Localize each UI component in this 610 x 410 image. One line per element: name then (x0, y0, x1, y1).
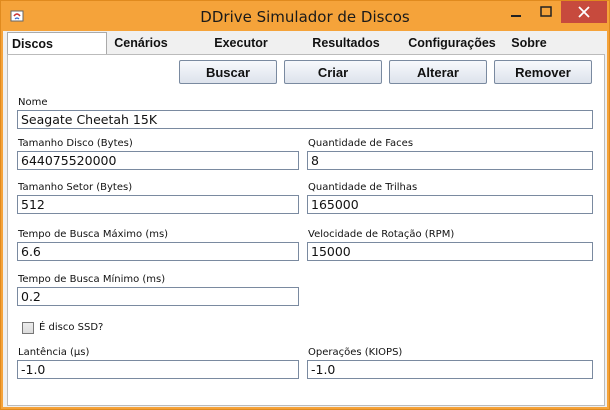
tracks-input[interactable] (307, 195, 593, 214)
min-seek-input[interactable] (17, 287, 299, 306)
close-icon (578, 6, 590, 18)
faces-input[interactable] (307, 151, 593, 170)
ssd-label: É disco SSD? (39, 322, 104, 333)
tab-sobre[interactable]: Sobre (507, 32, 551, 54)
min-seek-label: Tempo de Busca Mínimo (ms) (18, 274, 166, 285)
minimize-icon (511, 15, 521, 17)
name-label: Nome (18, 97, 48, 108)
maximize-button[interactable] (531, 1, 561, 23)
app-window: DDrive Simulador de Discos Discos Cenári… (0, 0, 610, 410)
edit-button[interactable]: Alterar (389, 60, 487, 84)
minimize-button[interactable] (501, 1, 531, 23)
title-bar[interactable]: DDrive Simulador de Discos (1, 1, 609, 31)
create-button[interactable]: Criar (284, 60, 382, 84)
search-button[interactable]: Buscar (179, 60, 277, 84)
discos-panel: Buscar Criar Alterar Remover Nome Tamanh… (7, 54, 605, 406)
ops-label: Operações (KIOPS) (308, 347, 403, 358)
maximize-icon (540, 6, 552, 17)
disk-size-input[interactable] (17, 151, 299, 170)
disk-size-label: Tamanho Disco (Bytes) (18, 138, 133, 149)
tracks-label: Quantidade de Trilhas (308, 182, 418, 193)
tab-discos[interactable]: Discos (7, 32, 107, 54)
close-button[interactable] (561, 1, 607, 23)
tab-bar: Discos Cenários Executor Resultados Conf… (7, 32, 603, 54)
max-seek-label: Tempo de Busca Máximo (ms) (18, 229, 169, 240)
faces-label: Quantidade de Faces (308, 138, 414, 149)
tab-configuracoes[interactable]: Configurações (407, 32, 497, 54)
ops-input[interactable] (307, 360, 593, 379)
tab-resultados[interactable]: Resultados (305, 32, 387, 54)
latency-input[interactable] (17, 360, 299, 379)
max-seek-input[interactable] (17, 242, 299, 261)
rpm-input[interactable] (307, 242, 593, 261)
latency-label: Lantência (µs) (18, 347, 90, 358)
name-input[interactable] (17, 110, 593, 129)
remove-button[interactable]: Remover (494, 60, 592, 84)
sector-size-label: Tamanho Setor (Bytes) (18, 182, 133, 193)
main-content: Discos Cenários Executor Resultados Conf… (3, 31, 607, 407)
rpm-label: Velocidade de Rotação (RPM) (308, 229, 455, 240)
ssd-checkbox[interactable] (22, 322, 34, 334)
tab-cenarios[interactable]: Cenários (107, 32, 175, 54)
tab-executor[interactable]: Executor (205, 32, 277, 54)
sector-size-input[interactable] (17, 195, 299, 214)
